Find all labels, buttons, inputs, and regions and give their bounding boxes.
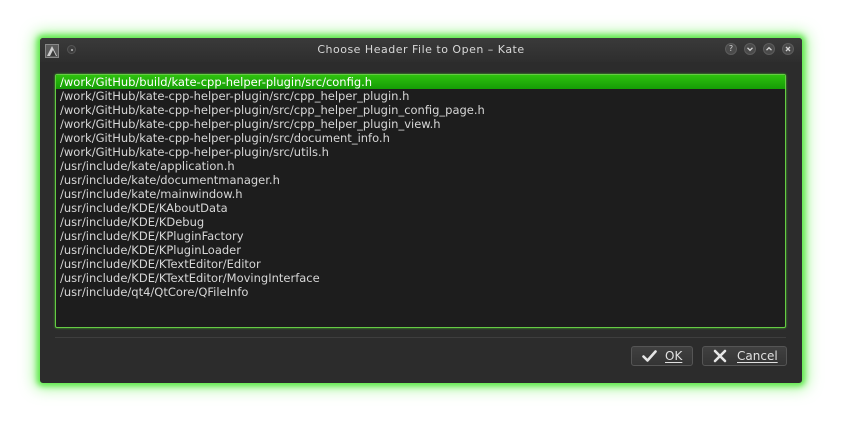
ok-label: OK [665, 349, 683, 363]
list-item[interactable]: /usr/include/kate/documentmanager.h [56, 173, 785, 187]
list-item[interactable]: /usr/include/kate/application.h [56, 159, 785, 173]
list-item[interactable]: /work/GitHub/kate-cpp-helper-plugin/src/… [56, 89, 785, 103]
list-item[interactable]: /usr/include/qt4/QtCore/QFileInfo [56, 285, 785, 299]
list-item[interactable]: /usr/include/KDE/KTextEditor/MovingInter… [56, 271, 785, 285]
ok-button[interactable]: OK [631, 346, 693, 366]
list-item[interactable]: /usr/include/KDE/KTextEditor/Editor [56, 257, 785, 271]
minimize-button[interactable] [744, 43, 756, 55]
maximize-button[interactable] [763, 43, 775, 55]
list-item[interactable]: /usr/include/KDE/KDebug [56, 215, 785, 229]
cancel-button[interactable]: Cancel [702, 346, 787, 366]
list-item[interactable]: /work/GitHub/kate-cpp-helper-plugin/src/… [56, 117, 785, 131]
window-title: Choose Header File to Open – Kate [317, 43, 525, 56]
list-item[interactable]: /work/GitHub/kate-cpp-helper-plugin/src/… [56, 103, 785, 117]
checkmark-icon [642, 349, 657, 363]
cancel-label: Cancel [737, 349, 778, 363]
list-item[interactable]: /usr/include/kate/mainwindow.h [56, 187, 785, 201]
chevron-up-icon [766, 46, 772, 51]
x-icon [713, 349, 727, 363]
close-button[interactable] [782, 43, 794, 55]
button-separator [55, 337, 786, 338]
help-button[interactable]: ? [725, 43, 737, 55]
list-item[interactable]: /usr/include/KDE/KPluginLoader [56, 243, 785, 257]
chevron-down-icon [747, 47, 753, 52]
header-file-list[interactable]: /work/GitHub/build/kate-cpp-helper-plugi… [55, 74, 786, 328]
list-item[interactable]: /work/GitHub/build/kate-cpp-helper-plugi… [56, 75, 785, 89]
list-item[interactable]: /work/GitHub/kate-cpp-helper-plugin/src/… [56, 145, 785, 159]
help-icon: ? [728, 44, 734, 53]
list-item[interactable]: /usr/include/KDE/KPluginFactory [56, 229, 785, 243]
title-bar[interactable]: Choose Header File to Open – Kate ? [40, 38, 802, 62]
list-item[interactable]: /usr/include/KDE/KAboutData [56, 201, 785, 215]
list-item[interactable]: /work/GitHub/kate-cpp-helper-plugin/src/… [56, 131, 785, 145]
close-icon [785, 46, 791, 52]
dialog-window: Choose Header File to Open – Kate ? /wor… [40, 38, 802, 383]
